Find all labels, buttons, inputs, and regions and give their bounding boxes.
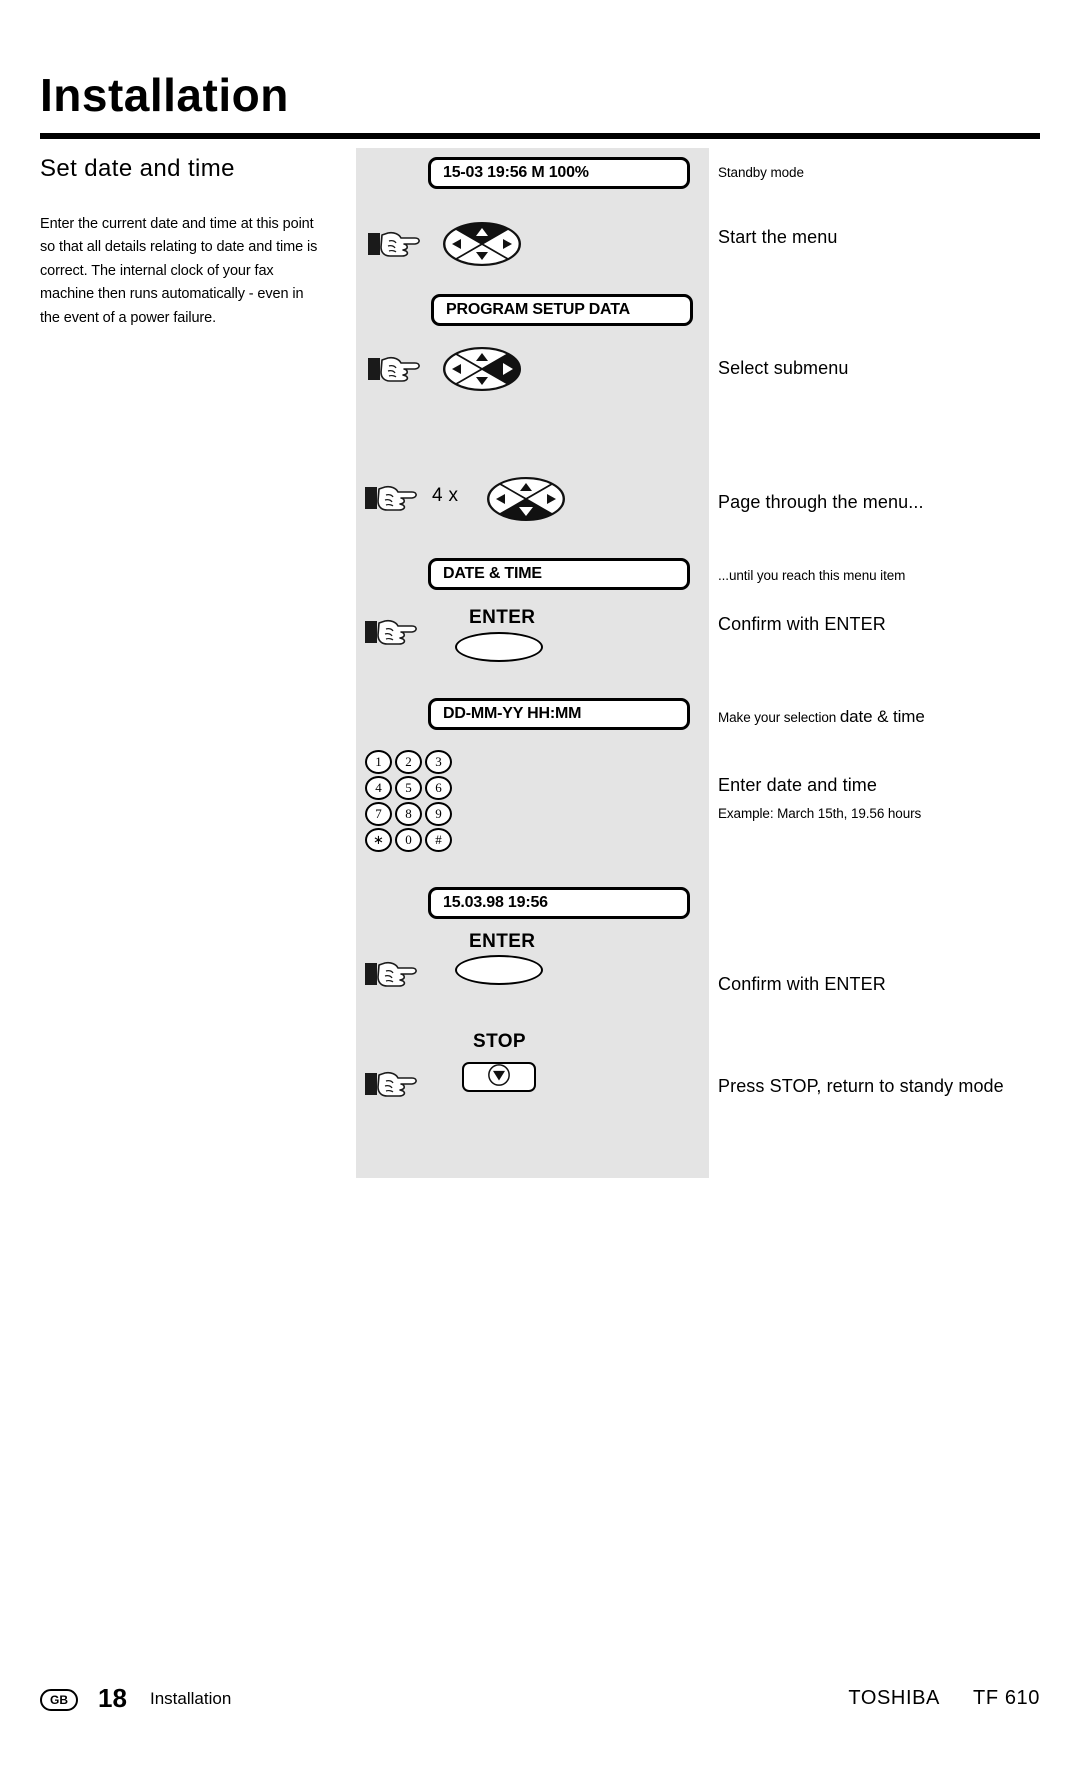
note-enter-date-time: Enter date and time bbox=[718, 775, 877, 795]
note-confirm-enter-2: Confirm with ENTER bbox=[718, 974, 886, 994]
note-until-menu-item: ...until you reach this menu item bbox=[718, 568, 906, 583]
keypad-key-9[interactable]: 9 bbox=[425, 802, 452, 826]
keypad-key-hash[interactable]: # bbox=[425, 828, 452, 852]
page-number: 18 bbox=[98, 1683, 127, 1713]
lcd-program-setup-display: PROGRAM SETUP DATA bbox=[431, 294, 693, 326]
keypad-key-6[interactable]: 6 bbox=[425, 776, 452, 800]
steps-layer: 15-03 19:56 M 100% Standby mode Start th… bbox=[0, 0, 1080, 1773]
repeat-count-label: 4 x bbox=[432, 485, 459, 506]
note-select-submenu: Select submenu bbox=[718, 358, 849, 378]
navigation-pad-down[interactable] bbox=[487, 477, 565, 521]
keypad-key-5[interactable]: 5 bbox=[395, 776, 422, 800]
enter-key-label: ENTER bbox=[469, 607, 536, 628]
note-make-selection-prefix: Make your selection bbox=[718, 710, 840, 725]
keypad-key-2[interactable]: 2 bbox=[395, 750, 422, 774]
enter-key-button[interactable] bbox=[455, 632, 543, 662]
hand-pointing-icon bbox=[365, 481, 421, 515]
keypad-key-0[interactable]: 0 bbox=[395, 828, 422, 852]
hand-pointing-icon bbox=[368, 352, 424, 386]
lcd-standby-display: 15-03 19:56 M 100% bbox=[428, 157, 690, 189]
lcd-format-prompt-display: DD-MM-YY HH:MM bbox=[428, 698, 690, 730]
note-press-stop: Press STOP, return to standy mode bbox=[718, 1076, 1004, 1096]
lcd-entered-value-display: 15.03.98 19:56 bbox=[428, 887, 690, 919]
note-make-selection: Make your selection date & time bbox=[718, 705, 925, 730]
keypad-key-3[interactable]: 3 bbox=[425, 750, 452, 774]
numeric-keypad[interactable]: 1 2 3 4 5 6 7 8 9 ∗ 0 # bbox=[365, 750, 452, 854]
keypad-row: 1 2 3 bbox=[365, 750, 452, 774]
keypad-key-8[interactable]: 8 bbox=[395, 802, 422, 826]
hand-pointing-icon bbox=[365, 1067, 421, 1101]
page-footer: GB 18 Installation TOSHIBA TF 610 bbox=[40, 1683, 1040, 1723]
note-enter-date-time-example: Example: March 15th, 19.56 hours bbox=[718, 806, 922, 821]
navigation-pad-up[interactable] bbox=[443, 222, 521, 266]
lcd-date-time-menu-display: DATE & TIME bbox=[428, 558, 690, 590]
keypad-key-4[interactable]: 4 bbox=[365, 776, 392, 800]
note-confirm-enter-1: Confirm with ENTER bbox=[718, 614, 886, 634]
enter-key-button[interactable] bbox=[455, 955, 543, 985]
keypad-key-1[interactable]: 1 bbox=[365, 750, 392, 774]
model-name: TF 610 bbox=[973, 1687, 1040, 1709]
brand-name: TOSHIBA bbox=[848, 1687, 940, 1709]
hand-pointing-icon bbox=[368, 227, 424, 261]
hand-pointing-icon bbox=[365, 615, 421, 649]
enter-key-label: ENTER bbox=[469, 931, 536, 952]
region-badge: GB bbox=[40, 1689, 78, 1711]
keypad-row: 4 5 6 bbox=[365, 776, 452, 800]
footer-section-label: Installation bbox=[150, 1689, 232, 1708]
keypad-row: ∗ 0 # bbox=[365, 828, 452, 852]
hand-pointing-icon bbox=[365, 957, 421, 991]
keypad-row: 7 8 9 bbox=[365, 802, 452, 826]
note-start-menu: Start the menu bbox=[718, 227, 838, 247]
note-page-through: Page through the menu... bbox=[718, 492, 924, 512]
manual-page: Installation Set date and time Enter the… bbox=[0, 0, 1080, 1773]
keypad-key-star[interactable]: ∗ bbox=[365, 828, 392, 852]
stop-triangle-icon bbox=[487, 1063, 511, 1092]
stop-key-button[interactable] bbox=[462, 1062, 536, 1092]
note-standby-mode: Standby mode bbox=[718, 165, 804, 180]
note-make-selection-emphasis: date & time bbox=[839, 707, 925, 726]
keypad-key-7[interactable]: 7 bbox=[365, 802, 392, 826]
navigation-pad-right[interactable] bbox=[443, 347, 521, 391]
stop-key-label: STOP bbox=[473, 1031, 526, 1052]
